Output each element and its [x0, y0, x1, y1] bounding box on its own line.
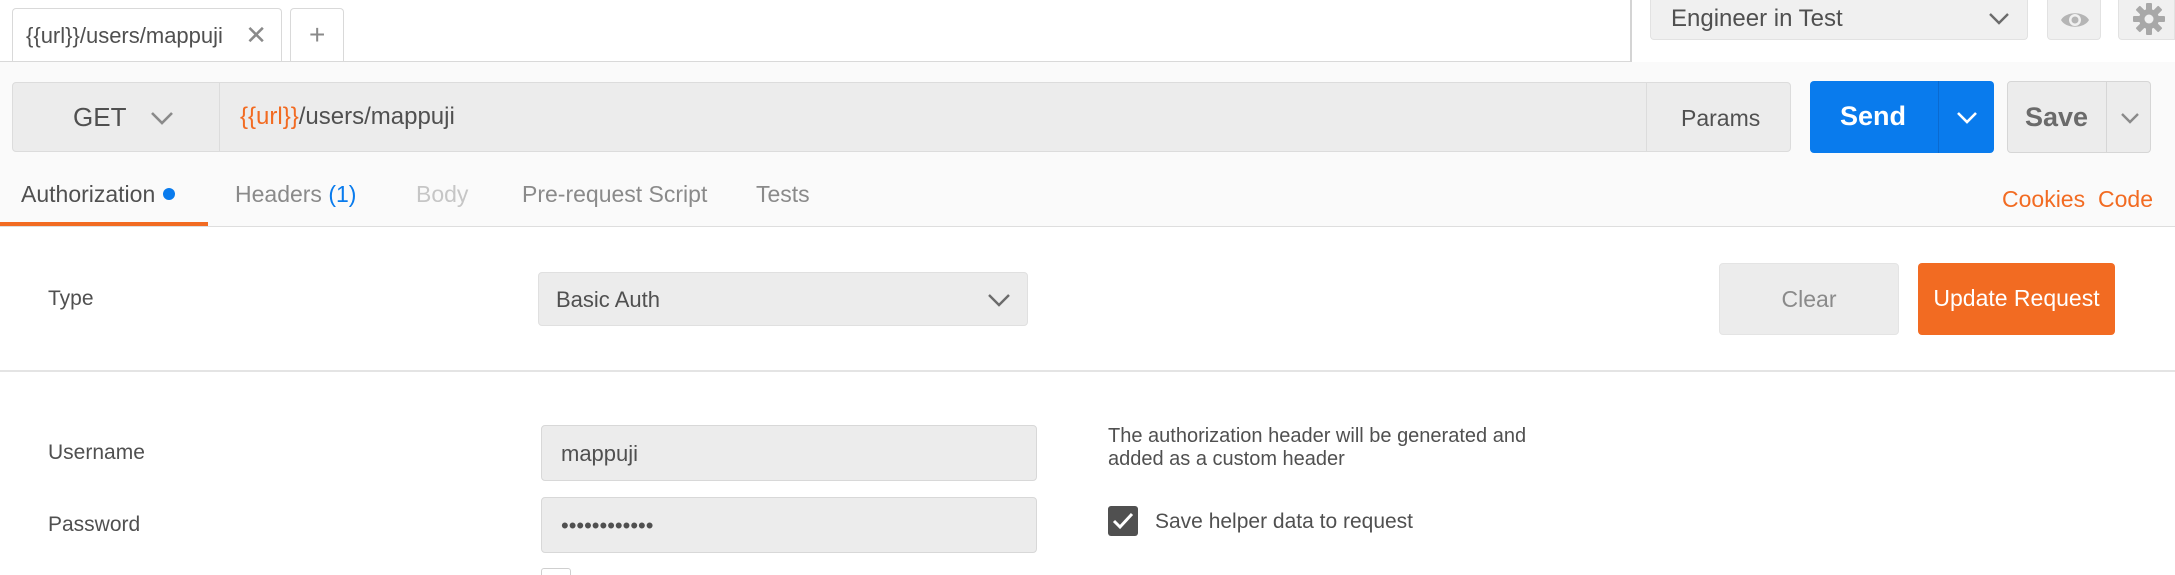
- update-request-label: Update Request: [1933, 285, 2100, 311]
- close-icon[interactable]: ✕: [245, 22, 267, 48]
- username-field[interactable]: mappuji: [541, 425, 1037, 481]
- code-link[interactable]: Code: [2098, 186, 2153, 213]
- request-tab-label: {{url}}/users/mappuji: [26, 23, 223, 48]
- quick-look-button[interactable]: [2047, 0, 2101, 40]
- environment-label: Engineer in Test: [1671, 5, 1843, 32]
- password-field[interactable]: ••••••••••••: [541, 497, 1037, 553]
- headers-count: (1): [328, 181, 357, 207]
- cookies-link[interactable]: Cookies: [2002, 186, 2085, 213]
- modified-indicator-dot: [163, 187, 176, 200]
- tab-tests-label: Tests: [756, 181, 810, 207]
- password-label: Password: [48, 513, 141, 536]
- chevron-down-icon: [149, 104, 175, 135]
- username-label: Username: [48, 441, 145, 464]
- header-divider: [1630, 0, 1632, 62]
- helper-text: The authorization header will be generat…: [1108, 425, 1527, 470]
- auth-type-value: Basic Auth: [556, 287, 660, 312]
- update-request-button[interactable]: Update Request: [1918, 263, 2115, 335]
- send-options-button[interactable]: [1938, 81, 1994, 153]
- tab-body[interactable]: Body: [416, 181, 468, 208]
- settings-button[interactable]: [2118, 0, 2175, 40]
- request-tab[interactable]: {{url}}/users/mappuji ✕: [12, 8, 282, 62]
- save-helper-checkbox[interactable]: [1108, 506, 1138, 536]
- chevron-down-icon: [987, 289, 1011, 316]
- clear-label: Clear: [1781, 286, 1837, 312]
- tab-tests[interactable]: Tests: [756, 181, 810, 208]
- url-path: /users/mappuji: [298, 103, 455, 130]
- password-value: ••••••••••••: [561, 513, 654, 538]
- show-password-checkbox[interactable]: [541, 568, 571, 575]
- new-tab-button[interactable]: +: [290, 8, 344, 62]
- method-label: GET: [73, 102, 127, 132]
- save-helper-label[interactable]: Save helper data to request: [1155, 510, 1413, 534]
- send-label: Send: [1840, 101, 1907, 131]
- tab-prerequest-label: Pre-request Script: [522, 181, 708, 207]
- tab-prerequest-script[interactable]: Pre-request Script: [522, 181, 707, 208]
- send-button[interactable]: Send: [1810, 81, 1938, 153]
- subtabs-divider: [0, 226, 2175, 227]
- params-button[interactable]: Params: [1646, 82, 1791, 152]
- save-options-button[interactable]: [2107, 81, 2151, 153]
- tab-authorization[interactable]: Authorization: [21, 181, 176, 208]
- clear-button[interactable]: Clear: [1719, 263, 1899, 335]
- url-text: {{url}}/users/mappuji: [240, 103, 455, 131]
- plus-icon: +: [309, 19, 326, 50]
- url-input[interactable]: {{url}}/users/mappuji: [220, 82, 1646, 152]
- url-variable: {{url}}: [240, 103, 299, 130]
- method-select[interactable]: GET: [12, 82, 220, 152]
- panel-divider: [0, 370, 2175, 372]
- tab-strip: {{url}}/users/mappuji ✕ + Engineer in Te…: [0, 0, 2175, 62]
- params-label: Params: [1681, 105, 1761, 131]
- chevron-down-icon: [1987, 6, 2011, 35]
- username-value: mappuji: [561, 441, 639, 466]
- type-label: Type: [48, 287, 94, 310]
- environment-select[interactable]: Engineer in Test: [1650, 0, 2028, 40]
- save-label: Save: [2025, 102, 2089, 132]
- save-button[interactable]: Save: [2007, 81, 2107, 153]
- tab-headers[interactable]: Headers (1): [235, 181, 356, 208]
- tab-headers-label: Headers: [235, 181, 322, 207]
- tab-body-label: Body: [416, 181, 469, 207]
- tab-authorization-label: Authorization: [21, 181, 156, 207]
- auth-type-select[interactable]: Basic Auth: [538, 272, 1028, 326]
